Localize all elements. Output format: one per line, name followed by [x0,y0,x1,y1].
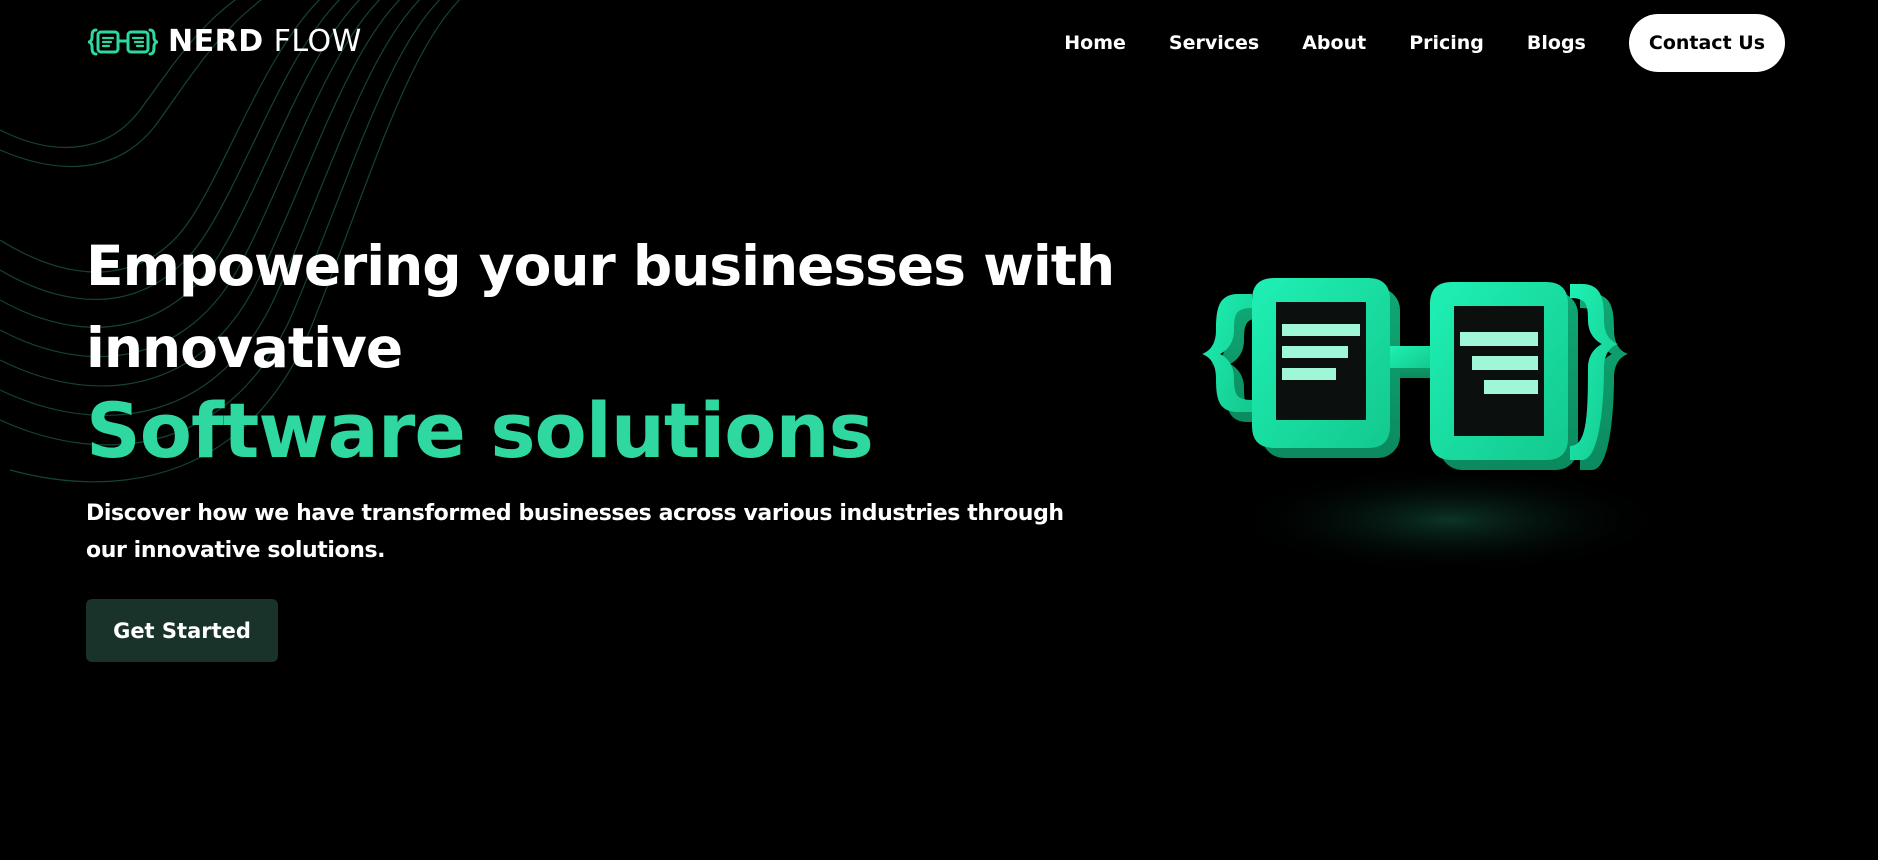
get-started-button[interactable]: Get Started [86,599,278,662]
nav-home[interactable]: Home [1064,32,1126,54]
main-nav: Home Services About Pricing Blogs Contac… [1064,14,1785,72]
landing-page: NERD FLOW Home Services About Pricing Bl… [0,0,1878,860]
nav-pricing[interactable]: Pricing [1409,32,1484,54]
brand-name-light: FLOW [273,24,362,59]
hero-subtitle: Discover how we have transformed busines… [86,501,1064,563]
brand-logo[interactable]: NERD FLOW [88,22,362,62]
hero-heading-accent: Software solutions [86,386,874,475]
site-header: NERD FLOW Home Services About Pricing Bl… [0,0,1878,86]
hero-section: Empowering your businesses with innovati… [86,225,1115,662]
code-brackets-glasses-icon [88,28,158,56]
nav-services[interactable]: Services [1169,32,1259,54]
contact-us-button[interactable]: Contact Us [1628,14,1785,72]
3d-code-glasses-icon [1202,278,1670,575]
nav-about[interactable]: About [1302,32,1366,54]
brand-name-bold: NERD [168,24,264,59]
brand-name: NERD FLOW [168,27,362,57]
hero-heading-line-1: Empowering your businesses with [86,234,1115,298]
nav-blogs[interactable]: Blogs [1527,32,1586,54]
hero-heading: Empowering your businesses with innovati… [86,225,1115,479]
hero-heading-line-2: innovative [86,316,403,380]
